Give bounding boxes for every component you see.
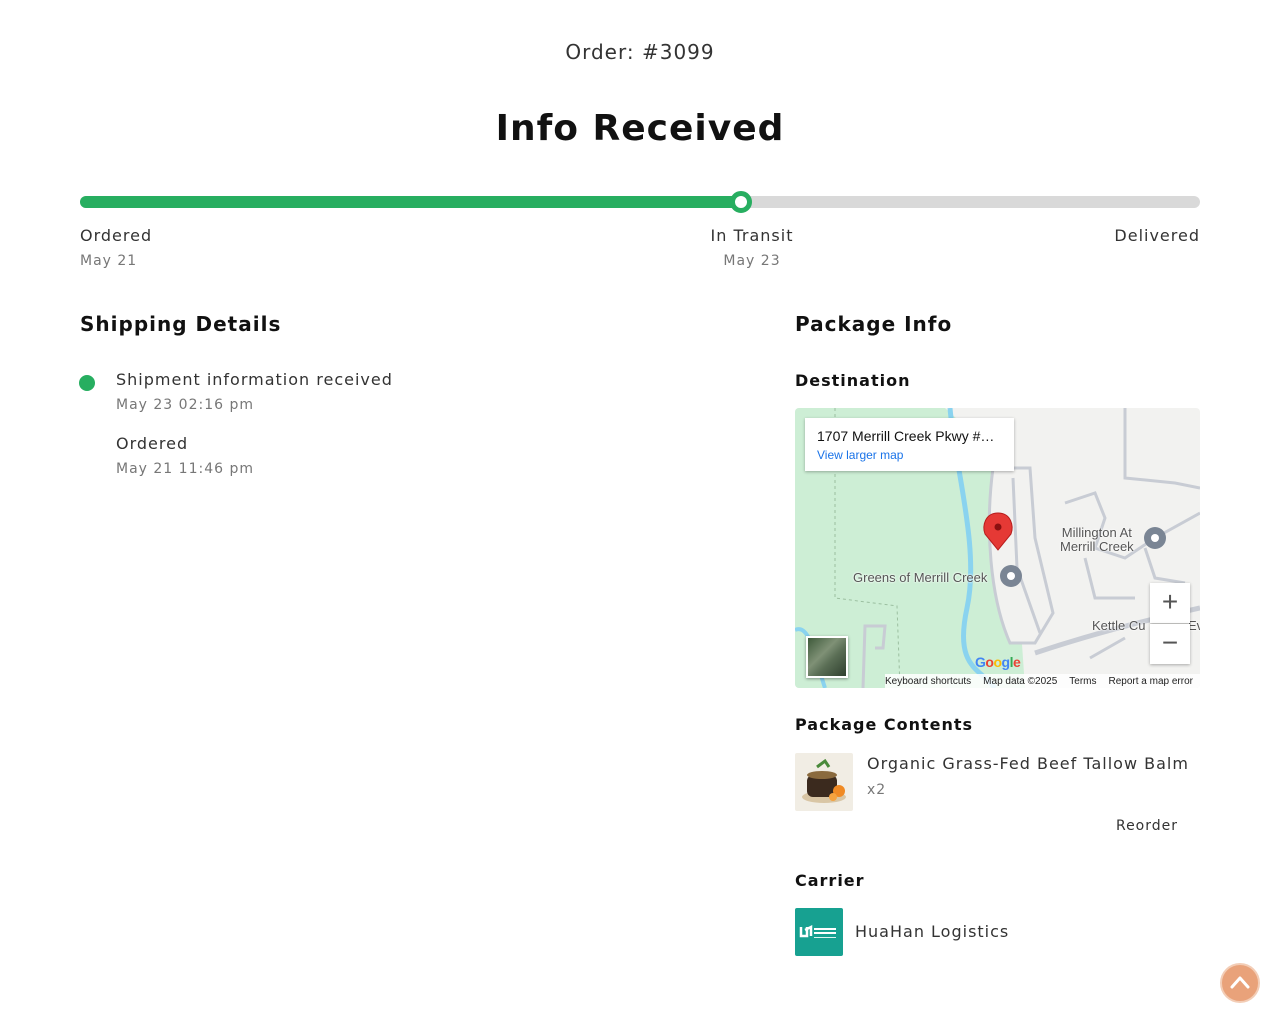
step-delivered: Delivered (1114, 226, 1200, 245)
package-contents-heading: Package Contents (795, 715, 974, 734)
map-info-card: 1707 Merrill Creek Pkwy #… View larger m… (805, 418, 1014, 471)
product-image (795, 753, 853, 811)
map-data-text: Map data ©2025 (983, 675, 1058, 687)
step-label: Delivered (1114, 226, 1200, 245)
step-date: May 21 (80, 253, 138, 269)
step-date: May 23 (723, 253, 781, 269)
event-status-dot (79, 375, 95, 391)
step-in-transit: In Transit May 23 (662, 226, 842, 269)
gray-place-marker-icon[interactable] (1000, 565, 1022, 587)
gray-place-marker-icon[interactable] (1144, 527, 1166, 549)
shipping-event: Shipment information received May 23 02:… (116, 370, 393, 413)
zoom-out-button[interactable]: − (1150, 624, 1190, 664)
step-label: Ordered (80, 226, 153, 245)
map-label-greens: Greens of Merrill Creek (853, 570, 988, 585)
carrier-logo (795, 908, 843, 956)
event-text: Ordered (116, 434, 189, 453)
destination-heading: Destination (795, 371, 911, 390)
event-text: Shipment information received (116, 370, 393, 389)
satellite-toggle[interactable] (806, 636, 848, 678)
product-quantity: x2 (867, 782, 887, 798)
chevron-up-icon (1230, 976, 1250, 989)
progress-fill (80, 196, 741, 208)
report-map-error-link[interactable]: Report a map error (1109, 676, 1193, 687)
zoom-in-button[interactable]: + (1150, 583, 1190, 623)
shipping-event: Ordered May 21 11:46 pm (116, 434, 254, 477)
carrier-heading: Carrier (795, 871, 865, 890)
map-footer: Keyboard shortcuts Map data ©2025 Terms … (885, 674, 1200, 688)
scroll-to-top-button[interactable] (1220, 963, 1260, 1003)
map-address: 1707 Merrill Creek Pkwy #… (817, 428, 995, 444)
order-number: Order: #3099 (565, 40, 715, 64)
terms-link[interactable]: Terms (1069, 676, 1096, 687)
view-larger-map-link[interactable]: View larger map (817, 448, 1002, 462)
progress-track (80, 191, 1200, 213)
reorder-button[interactable]: Reorder (1106, 818, 1188, 838)
google-logo: Google (975, 654, 1021, 670)
event-time: May 23 02:16 pm (116, 397, 254, 413)
progress-knob (729, 191, 752, 213)
map-label-kettle: Kettle Cu (1092, 618, 1146, 633)
shipping-details-heading: Shipping Details (80, 312, 282, 336)
status-title: Info Received (495, 108, 785, 149)
step-ordered: Ordered May 21 (80, 226, 152, 269)
package-info-heading: Package Info (795, 312, 953, 336)
map-label-millington: Millington At Merrill Creek (1060, 525, 1134, 554)
carrier-name: HuaHan Logistics (855, 922, 1010, 941)
step-label: In Transit (710, 226, 794, 245)
event-time: May 21 11:46 pm (116, 461, 254, 477)
destination-map[interactable]: Millington At Merrill Creek Greens of Me… (795, 408, 1200, 688)
product-name: Organic Grass-Fed Beef Tallow Balm (867, 754, 1189, 773)
keyboard-shortcuts-link[interactable]: Keyboard shortcuts (885, 676, 971, 687)
